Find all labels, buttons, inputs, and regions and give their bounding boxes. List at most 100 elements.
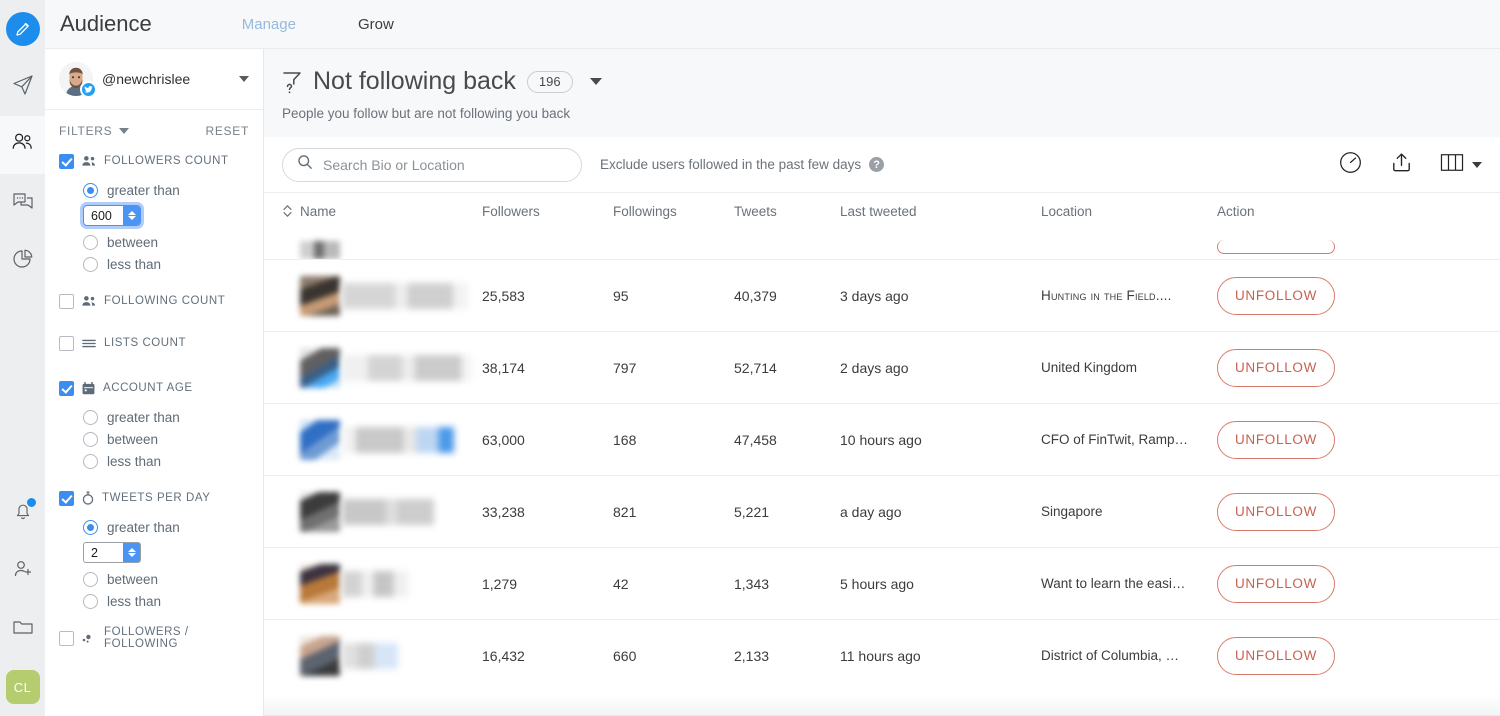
filter-group-lists-count: LISTS COUNT [59,333,249,353]
cell-location: Want to learn the easi… [1041,575,1217,593]
search-input[interactable] [323,156,567,173]
unfollow-button[interactable]: UNFOLLOW [1217,492,1335,531]
filter-group-header[interactable]: ACCOUNT AGE [59,378,249,398]
filters-sidebar: @newchrislee FILTERS RESET FOLLOWERS COU… [45,49,264,716]
table-row[interactable]: 25,583 95 40,379 3 days ago Hunting in t… [264,259,1500,331]
radio-between[interactable]: between [83,568,249,590]
radio-greater-than[interactable]: greater than [83,516,249,538]
chat-bubbles-icon [11,189,35,218]
table-row[interactable]: 1,279 42 1,343 5 hours ago Want to learn… [264,547,1500,619]
tab-manage[interactable]: Manage [232,16,306,33]
unfollow-button[interactable]: UNFOLLOW [1217,636,1335,675]
stepper-arrows[interactable] [123,206,140,225]
sort-icon[interactable] [282,204,300,218]
columns-button[interactable] [1440,152,1482,178]
notifications-button[interactable] [0,484,45,542]
reset-button[interactable]: RESET [205,124,249,138]
filter-group-header[interactable]: FOLLOWERS / FOLLOWING [59,626,249,650]
people-icon [10,130,35,160]
column-header-followers[interactable]: Followers [482,204,613,219]
chevron-down-icon[interactable] [239,76,249,82]
question-mark-icon[interactable]: ? [869,157,885,172]
cell-name[interactable] [282,241,482,259]
radio-button[interactable] [83,453,98,469]
radio-less-than[interactable]: less than [83,590,249,612]
caret-down-icon[interactable] [1472,161,1482,168]
files-button[interactable] [0,600,45,658]
analytics-button[interactable] [0,232,45,290]
table-row[interactable]: 33,238 821 5,221 a day ago Singapore UNF… [264,475,1500,547]
column-header-tweets[interactable]: Tweets [734,204,840,219]
filter-checkbox-account-age[interactable] [59,380,74,396]
table-body[interactable]: 25,583 95 40,379 3 days ago Hunting in t… [264,229,1500,716]
filter-group-header[interactable]: FOLLOWERS COUNT [59,151,249,171]
stepper-arrows[interactable] [123,543,140,562]
compose-button[interactable] [0,0,45,58]
radio-button[interactable] [83,234,98,250]
column-header-last-tweeted[interactable]: Last tweeted [840,204,1041,219]
radio-greater-than[interactable]: greater than [83,179,249,201]
publish-button[interactable] [0,58,45,116]
radio-button[interactable] [83,593,98,609]
filter-group-header[interactable]: TWEETS PER DAY [59,488,249,508]
rate-limit-button[interactable] [1338,150,1363,180]
filter-checkbox-followers-count[interactable] [59,153,74,169]
user-avatar-button[interactable]: CL [0,658,45,716]
radio-less-than[interactable]: less than [83,450,249,472]
filter-checkbox-following-count[interactable] [59,293,74,309]
exclude-recent-toggle[interactable]: Exclude users followed in the past few d… [600,157,885,172]
cell-action: UNFOLLOW [1217,420,1482,459]
filter-checkbox-tweets-per-day[interactable] [59,490,74,506]
radio-button[interactable] [83,409,98,425]
cell-name[interactable] [282,635,482,676]
unfollow-button[interactable]: UNFOLLOW [1217,564,1335,603]
tab-grow[interactable]: Grow [348,16,404,33]
cell-name[interactable] [282,347,482,388]
main-header-title-row: Not following back 196 [282,67,1482,96]
filters-toggle[interactable]: FILTERS [59,124,130,138]
account-switcher[interactable]: @newchrislee [45,49,263,110]
caret-down-icon[interactable] [589,78,602,85]
user-name [342,426,454,453]
cell-name[interactable] [282,419,482,460]
radio-less-than[interactable]: less than [83,253,249,275]
column-header-followings[interactable]: Followings [613,204,734,219]
table-row[interactable]: 63,000 168 47,458 10 hours ago CFO of Fi… [264,403,1500,475]
filter-checkbox-followers-following[interactable] [59,630,74,646]
table-row[interactable]: 38,174 797 52,714 2 days ago United King… [264,331,1500,403]
radio-button[interactable] [83,431,98,447]
add-user-button[interactable] [0,542,45,600]
column-header-location[interactable]: Location [1041,204,1217,219]
unfollow-button[interactable] [1217,240,1335,254]
table-row[interactable] [264,229,1500,259]
radio-greater-than[interactable]: greater than [83,406,249,428]
cell-followers: 38,174 [482,359,525,376]
radio-button[interactable] [83,571,98,587]
sidebar-item-audience[interactable] [0,116,45,174]
location-text: Hunting in the Field.... [1041,287,1172,303]
radio-button[interactable] [83,519,98,535]
cell-name[interactable] [282,491,482,532]
radio-button[interactable] [83,182,98,198]
filter-group-header[interactable]: LISTS COUNT [59,333,249,353]
cell-name[interactable] [282,275,482,316]
radio-between[interactable]: between [83,428,249,450]
table-row[interactable]: 16,432 660 2,133 11 hours ago District o… [264,619,1500,691]
search-box[interactable] [282,147,582,182]
radio-button[interactable] [83,256,98,272]
column-header-name[interactable]: Name [282,204,482,219]
inbox-button[interactable] [0,174,45,232]
radio-label: greater than [107,182,180,198]
unfollow-button[interactable]: UNFOLLOW [1217,420,1335,459]
unfollow-button[interactable]: UNFOLLOW [1217,276,1335,315]
cell-name[interactable] [282,563,482,604]
unfollow-button[interactable]: UNFOLLOW [1217,348,1335,387]
filter-value-row: 600 [59,201,249,231]
filter-group-header[interactable]: FOLLOWING COUNT [59,291,249,311]
tweets-per-day-stepper[interactable]: 2 [83,542,141,563]
filter-checkbox-lists-count[interactable] [59,335,74,351]
avatar [300,491,340,532]
followers-count-stepper[interactable]: 600 [80,202,144,229]
export-button[interactable] [1389,150,1414,180]
radio-between[interactable]: between [83,231,249,253]
